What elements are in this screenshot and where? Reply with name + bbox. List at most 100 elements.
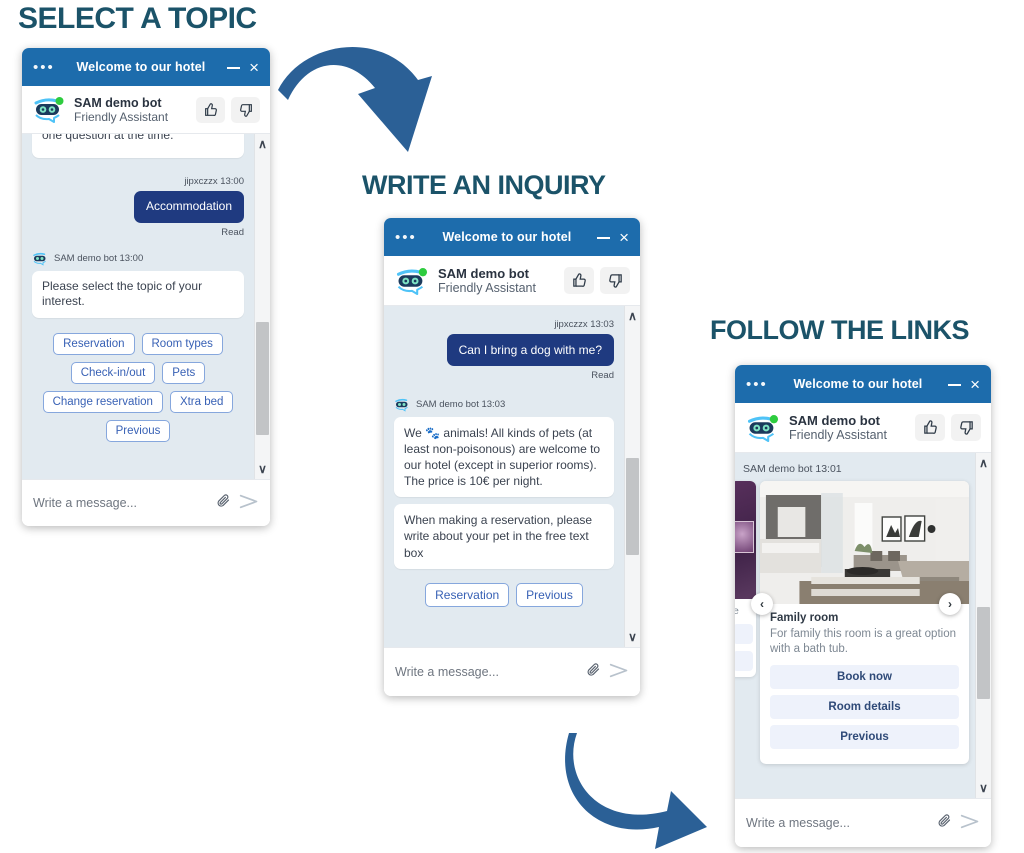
- close-icon[interactable]: ×: [619, 229, 629, 246]
- scrollbar-track[interactable]: [255, 154, 270, 459]
- thumbs-down-icon[interactable]: [231, 96, 260, 123]
- chat-widget-follow-the-links: ••• Welcome to our hotel × SAM demo bot: [735, 365, 991, 847]
- quick-reply-reservation[interactable]: Reservation: [425, 582, 510, 607]
- scrollbar[interactable]: ∧ ∨: [254, 134, 270, 479]
- send-icon[interactable]: [239, 493, 259, 513]
- bot-message-meta: SAM demo bot 13:01: [743, 463, 842, 475]
- send-icon[interactable]: [609, 662, 629, 682]
- scrollbar[interactable]: ∧ ∨: [975, 453, 991, 798]
- minimize-icon[interactable]: [948, 375, 962, 393]
- bot-message-bubble: Please select the topic of your interest…: [32, 270, 244, 319]
- scroll-up-icon[interactable]: ∧: [258, 134, 267, 154]
- bot-identity-bar: SAM demo bot Friendly Assistant: [735, 403, 991, 453]
- bot-avatar-icon: [32, 96, 66, 123]
- bot-role: Friendly Assistant: [74, 109, 169, 124]
- carousel-peek-button-2[interactable]: [735, 651, 753, 671]
- carousel-prev-icon[interactable]: ‹: [751, 593, 773, 615]
- quick-reply-check-in-out[interactable]: Check-in/out: [70, 362, 156, 385]
- carousel-peek-button-1[interactable]: [735, 624, 753, 644]
- widget-header: ••• Welcome to our hotel ×: [735, 365, 991, 403]
- book-now-button[interactable]: Book now: [770, 664, 959, 689]
- scroll-down-icon[interactable]: ∨: [979, 778, 988, 798]
- carousel-next-icon[interactable]: ›: [939, 593, 961, 615]
- quick-reply-room-types[interactable]: Room types: [141, 333, 223, 356]
- carousel-peek-image: [735, 481, 756, 599]
- attachment-icon[interactable]: [937, 812, 952, 835]
- minimize-icon[interactable]: [597, 228, 611, 246]
- read-receipt: Read: [591, 370, 614, 382]
- minimize-icon[interactable]: [227, 58, 241, 76]
- bot-message-meta: SAM demo bot 13:03: [416, 399, 506, 411]
- scroll-down-icon[interactable]: ∨: [628, 627, 637, 647]
- message-input[interactable]: [746, 816, 929, 830]
- scroll-up-icon[interactable]: ∧: [628, 306, 637, 326]
- quick-reply-xtra-bed[interactable]: Xtra bed: [169, 391, 234, 414]
- quick-reply-previous[interactable]: Previous: [105, 420, 171, 443]
- quick-reply-pets[interactable]: Pets: [162, 362, 206, 385]
- room-details-button[interactable]: Room details: [770, 694, 959, 719]
- scroll-down-icon[interactable]: ∨: [258, 459, 267, 479]
- message-composer: [22, 479, 270, 526]
- bot-identity-bar: SAM demo bot Friendly Assistant: [22, 86, 270, 134]
- thumbs-up-icon[interactable]: [564, 267, 594, 294]
- send-icon[interactable]: [960, 813, 980, 833]
- room-carousel: e Family room For family this room is a …: [735, 481, 969, 764]
- step-title-write-an-inquiry: WRITE AN INQUIRY: [362, 170, 606, 200]
- message-list: jipxczzx 13:03 Can I bring a dog with me…: [384, 306, 640, 647]
- attachment-icon[interactable]: [586, 661, 601, 684]
- message-scroll-area[interactable]: jipxczzx 13:03 Can I bring a dog with me…: [384, 306, 624, 647]
- bot-small-avatar-icon: [394, 397, 411, 412]
- quick-reply-change-reservation[interactable]: Change reservation: [42, 391, 163, 414]
- menu-dots-icon[interactable]: •••: [33, 60, 55, 75]
- user-message-meta: jipxczzx 13:00: [184, 175, 244, 187]
- scroll-up-icon[interactable]: ∧: [979, 453, 988, 473]
- user-message-bubble: Accommodation: [133, 190, 244, 223]
- message-input[interactable]: [33, 496, 208, 510]
- chat-widget-select-a-topic: ••• Welcome to our hotel × SAM demo bot: [22, 48, 270, 526]
- menu-dots-icon[interactable]: •••: [395, 230, 417, 245]
- room-card: Family room For family this room is a gr…: [760, 481, 969, 764]
- read-receipt: Read: [221, 226, 244, 238]
- bot-message-bubble-1: We 🐾 animals! All kinds of pets (at leas…: [394, 417, 614, 498]
- quick-reply-previous[interactable]: Previous: [516, 582, 583, 607]
- bot-avatar-icon: [745, 414, 781, 442]
- scrollbar-track[interactable]: [976, 473, 991, 778]
- previous-button[interactable]: Previous: [770, 724, 959, 749]
- close-icon[interactable]: ×: [249, 59, 259, 76]
- arrow-step1-to-step2: [278, 46, 432, 153]
- room-photo: [760, 481, 969, 604]
- quick-reply-reservation[interactable]: Reservation: [53, 333, 135, 356]
- bot-name: SAM demo bot: [789, 413, 880, 428]
- carousel-previous-card-peek[interactable]: e: [735, 481, 756, 677]
- bot-small-avatar-icon: [32, 251, 49, 266]
- attachment-icon[interactable]: [216, 492, 231, 515]
- message-input[interactable]: [395, 665, 578, 679]
- scrollbar-thumb[interactable]: [626, 458, 639, 555]
- carousel-peek-text: e: [735, 605, 739, 617]
- scrollbar-track[interactable]: [625, 326, 640, 627]
- room-card-description: For family this room is a great option w…: [770, 628, 956, 655]
- thumbs-down-icon[interactable]: [600, 267, 630, 294]
- thumbs-up-icon[interactable]: [915, 414, 945, 441]
- scrollbar-thumb[interactable]: [256, 321, 269, 435]
- message-list: one question at the time. jipxczzx 13:00…: [22, 134, 270, 479]
- arrow-step2-to-step3: [565, 733, 707, 849]
- widget-header-title: Welcome to our hotel: [76, 60, 206, 74]
- close-icon[interactable]: ×: [970, 376, 980, 393]
- scrollbar-thumb[interactable]: [977, 607, 990, 699]
- thumbs-up-icon[interactable]: [196, 96, 225, 123]
- widget-header: ••• Welcome to our hotel ×: [22, 48, 270, 86]
- bot-message-partial: one question at the time.: [32, 134, 244, 158]
- scrollbar[interactable]: ∧ ∨: [624, 306, 640, 647]
- message-scroll-area[interactable]: SAM demo bot 13:01 e Family room For fam…: [735, 453, 975, 798]
- room-card-title: Family room: [770, 612, 839, 624]
- message-scroll-area[interactable]: one question at the time. jipxczzx 13:00…: [22, 134, 254, 479]
- menu-dots-icon[interactable]: •••: [746, 377, 768, 392]
- user-message-bubble: Can I bring a dog with me?: [446, 334, 614, 367]
- thumbs-down-icon[interactable]: [951, 414, 981, 441]
- bot-message-meta: SAM demo bot 13:00: [54, 252, 144, 264]
- chat-widget-write-an-inquiry: ••• Welcome to our hotel × SAM demo bot: [384, 218, 640, 696]
- message-composer: [384, 647, 640, 696]
- bot-name: SAM demo bot: [438, 266, 529, 281]
- room-card-body: Family room For family this room is a gr…: [760, 604, 969, 764]
